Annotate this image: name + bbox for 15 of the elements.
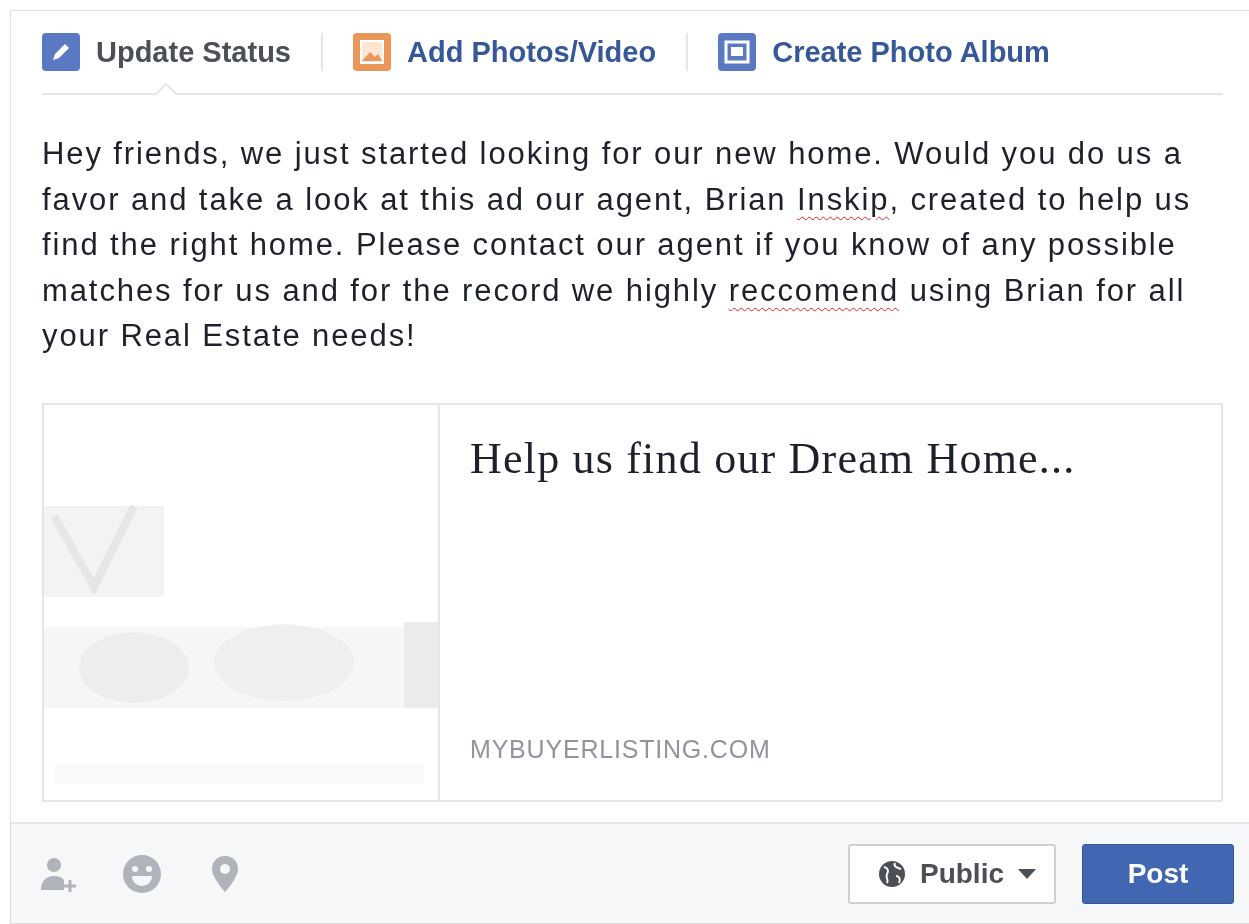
composer-tab[interactable]: Update Status <box>42 11 291 93</box>
link-domain: MYBUYERLISTING.COM <box>470 734 772 764</box>
post-button[interactable]: Post <box>1082 843 1234 904</box>
smiley-icon[interactable] <box>122 853 162 894</box>
pencil-icon <box>42 33 80 71</box>
composer-tab[interactable]: Create Photo Album <box>718 11 1050 93</box>
audience-dropdown[interactable]: Public <box>848 843 1056 904</box>
composer-tab[interactable]: Add Photos/Video <box>353 11 657 93</box>
status-text[interactable]: Hey friends, we just started looking for our new home. Would you do us a favor and take a look at this ad our agent, Brian Inskip, created to help us find the right home. Please contact our agent if you know of any possible matches for us and for the record we highly reccomend using Brian for all your Real Estate needs! <box>42 131 1219 359</box>
caret-icon <box>1018 868 1036 879</box>
globe-icon <box>878 859 906 888</box>
link-preview[interactable]: Help us find our Dream Home... MYBUYERLISTING.COM <box>42 402 1223 802</box>
picture-icon <box>353 33 391 71</box>
album-icon <box>718 33 757 71</box>
link-title: Help us find our Dream Home... <box>470 432 1077 484</box>
